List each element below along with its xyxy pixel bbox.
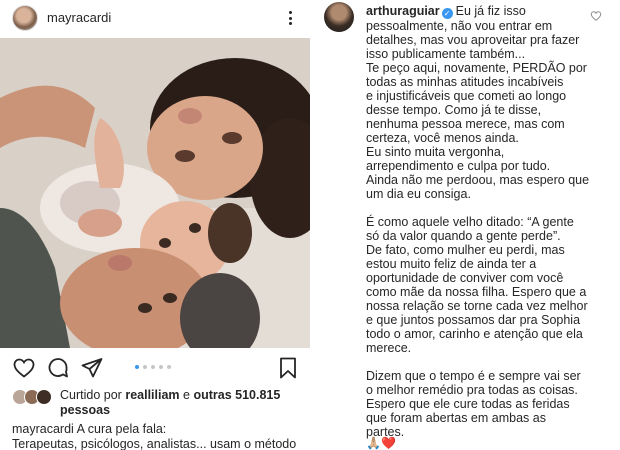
comment-username[interactable]: arthuraguiar bbox=[366, 4, 440, 18]
comment-line: partes. bbox=[366, 425, 405, 439]
comment-line: pessoalmente, não vou entrar em bbox=[366, 19, 553, 33]
carousel-dot[interactable] bbox=[143, 365, 147, 369]
liker-username[interactable]: realliliam bbox=[125, 388, 179, 402]
comment-line: arrependimento e culpa por tudo. bbox=[366, 159, 551, 173]
comment-body: arthuraguiar ✓ Eu já fiz isso pessoalmente… bbox=[366, 4, 592, 439]
comment-line: o melhor remédio pra todas as coisas. bbox=[366, 383, 578, 397]
caption-username[interactable]: mayracardi bbox=[12, 422, 74, 436]
paper-plane-icon[interactable] bbox=[80, 356, 104, 380]
comment-line: oportunidade de conviver com você bbox=[366, 271, 564, 285]
more-vertical-icon[interactable] bbox=[280, 8, 300, 28]
liker-avatars bbox=[12, 389, 56, 405]
comment-line: só da valor quando a gente perde”. bbox=[366, 229, 561, 243]
comment-line: e que juntos possamos dar pra Sophia bbox=[366, 313, 581, 327]
comment-line: como mãe da nossa filha. Espero que a bbox=[366, 285, 587, 299]
post-header: mayracardi bbox=[0, 0, 312, 36]
comment-line: Te peço aqui, novamente, PERDÃO por bbox=[366, 61, 587, 75]
comment-line: todo o amor, carinho e atenção que ela bbox=[366, 327, 583, 341]
small-heart-icon[interactable] bbox=[590, 10, 602, 22]
comment-line: e injustificáveis que cometi ao longo bbox=[366, 89, 567, 103]
comment-icon[interactable] bbox=[46, 356, 70, 380]
heart-icon[interactable] bbox=[12, 356, 36, 380]
comment-line: certeza, você menos ainda. bbox=[366, 131, 519, 145]
carousel-dot[interactable] bbox=[159, 365, 163, 369]
carousel-dot[interactable] bbox=[167, 365, 171, 369]
post-photo[interactable] bbox=[0, 38, 310, 348]
post-caption: mayracardi A cura pela fala: Terapeutas,… bbox=[12, 422, 308, 450]
comment-line: É como aquele velho ditado: “A gente bbox=[366, 215, 574, 229]
carousel-dot[interactable] bbox=[135, 365, 139, 369]
comment-line: nenhuma pessoa merece, mas com bbox=[366, 117, 565, 131]
comment-line: Ainda não me perdoou, mas espero que bbox=[366, 173, 590, 187]
comment-line: merece. bbox=[366, 341, 412, 355]
avatar[interactable] bbox=[36, 389, 52, 405]
caption-text: A cura pela fala: bbox=[76, 422, 167, 436]
comment-line: todas as minhas atitudes incabíveis bbox=[366, 75, 564, 89]
comment-line: isso publicamente também... bbox=[366, 47, 526, 61]
comment-line: desse tempo. Como já te disse, bbox=[366, 103, 542, 117]
comment-line: nossa relação se torne cada vez melhor bbox=[366, 299, 588, 313]
carousel-dot[interactable] bbox=[151, 365, 155, 369]
likes-summary: Curtido por realliliam e outras 510.815 … bbox=[12, 386, 308, 420]
comment-line: Eu sinto muita vergonha, bbox=[366, 145, 505, 159]
bookmark-icon[interactable] bbox=[276, 356, 300, 380]
instagram-post: mayracardi Curtido por realliliam e outr… bbox=[0, 0, 312, 450]
comment-line: De fato, como mulher eu perdi, mas bbox=[366, 243, 565, 257]
likes-count[interactable]: outras 510.815 bbox=[193, 388, 280, 402]
comment-line: um dia eu consiga. bbox=[366, 187, 471, 201]
comment-panel: arthuraguiar ✓ Eu já fiz isso pessoalmente… bbox=[314, 0, 620, 450]
post-username[interactable]: mayracardi bbox=[47, 10, 111, 25]
comment-line: Eu já fiz isso bbox=[455, 4, 526, 18]
caption-text-truncated: Terapeutas, psicólogos, analistas... usa… bbox=[12, 437, 297, 450]
comment-emojis: 🙏🏼❤️ bbox=[366, 436, 396, 450]
likes-conjunction: e bbox=[183, 388, 190, 402]
comment-line: que foram abertas em ambas as bbox=[366, 411, 546, 425]
carousel-indicator bbox=[135, 365, 171, 369]
avatar[interactable] bbox=[12, 5, 38, 31]
avatar[interactable] bbox=[324, 2, 354, 32]
comment-line: detalhes, mas vou aproveitar pra fazer bbox=[366, 33, 580, 47]
likes-prefix: Curtido por bbox=[60, 388, 122, 402]
likes-suffix[interactable]: pessoas bbox=[60, 403, 110, 417]
comment-line: Dizem que o tempo é e sempre vai ser bbox=[366, 369, 581, 383]
comment-line: estou muito feliz de ainda ter a bbox=[366, 257, 537, 271]
verified-badge-icon: ✓ bbox=[441, 8, 453, 19]
post-actions bbox=[0, 354, 310, 382]
family-photo-image bbox=[0, 38, 310, 348]
comment-line: Espero que ele cure todas as feridas bbox=[366, 397, 570, 411]
likes-text: Curtido por realliliam e outras 510.815 … bbox=[60, 388, 310, 418]
